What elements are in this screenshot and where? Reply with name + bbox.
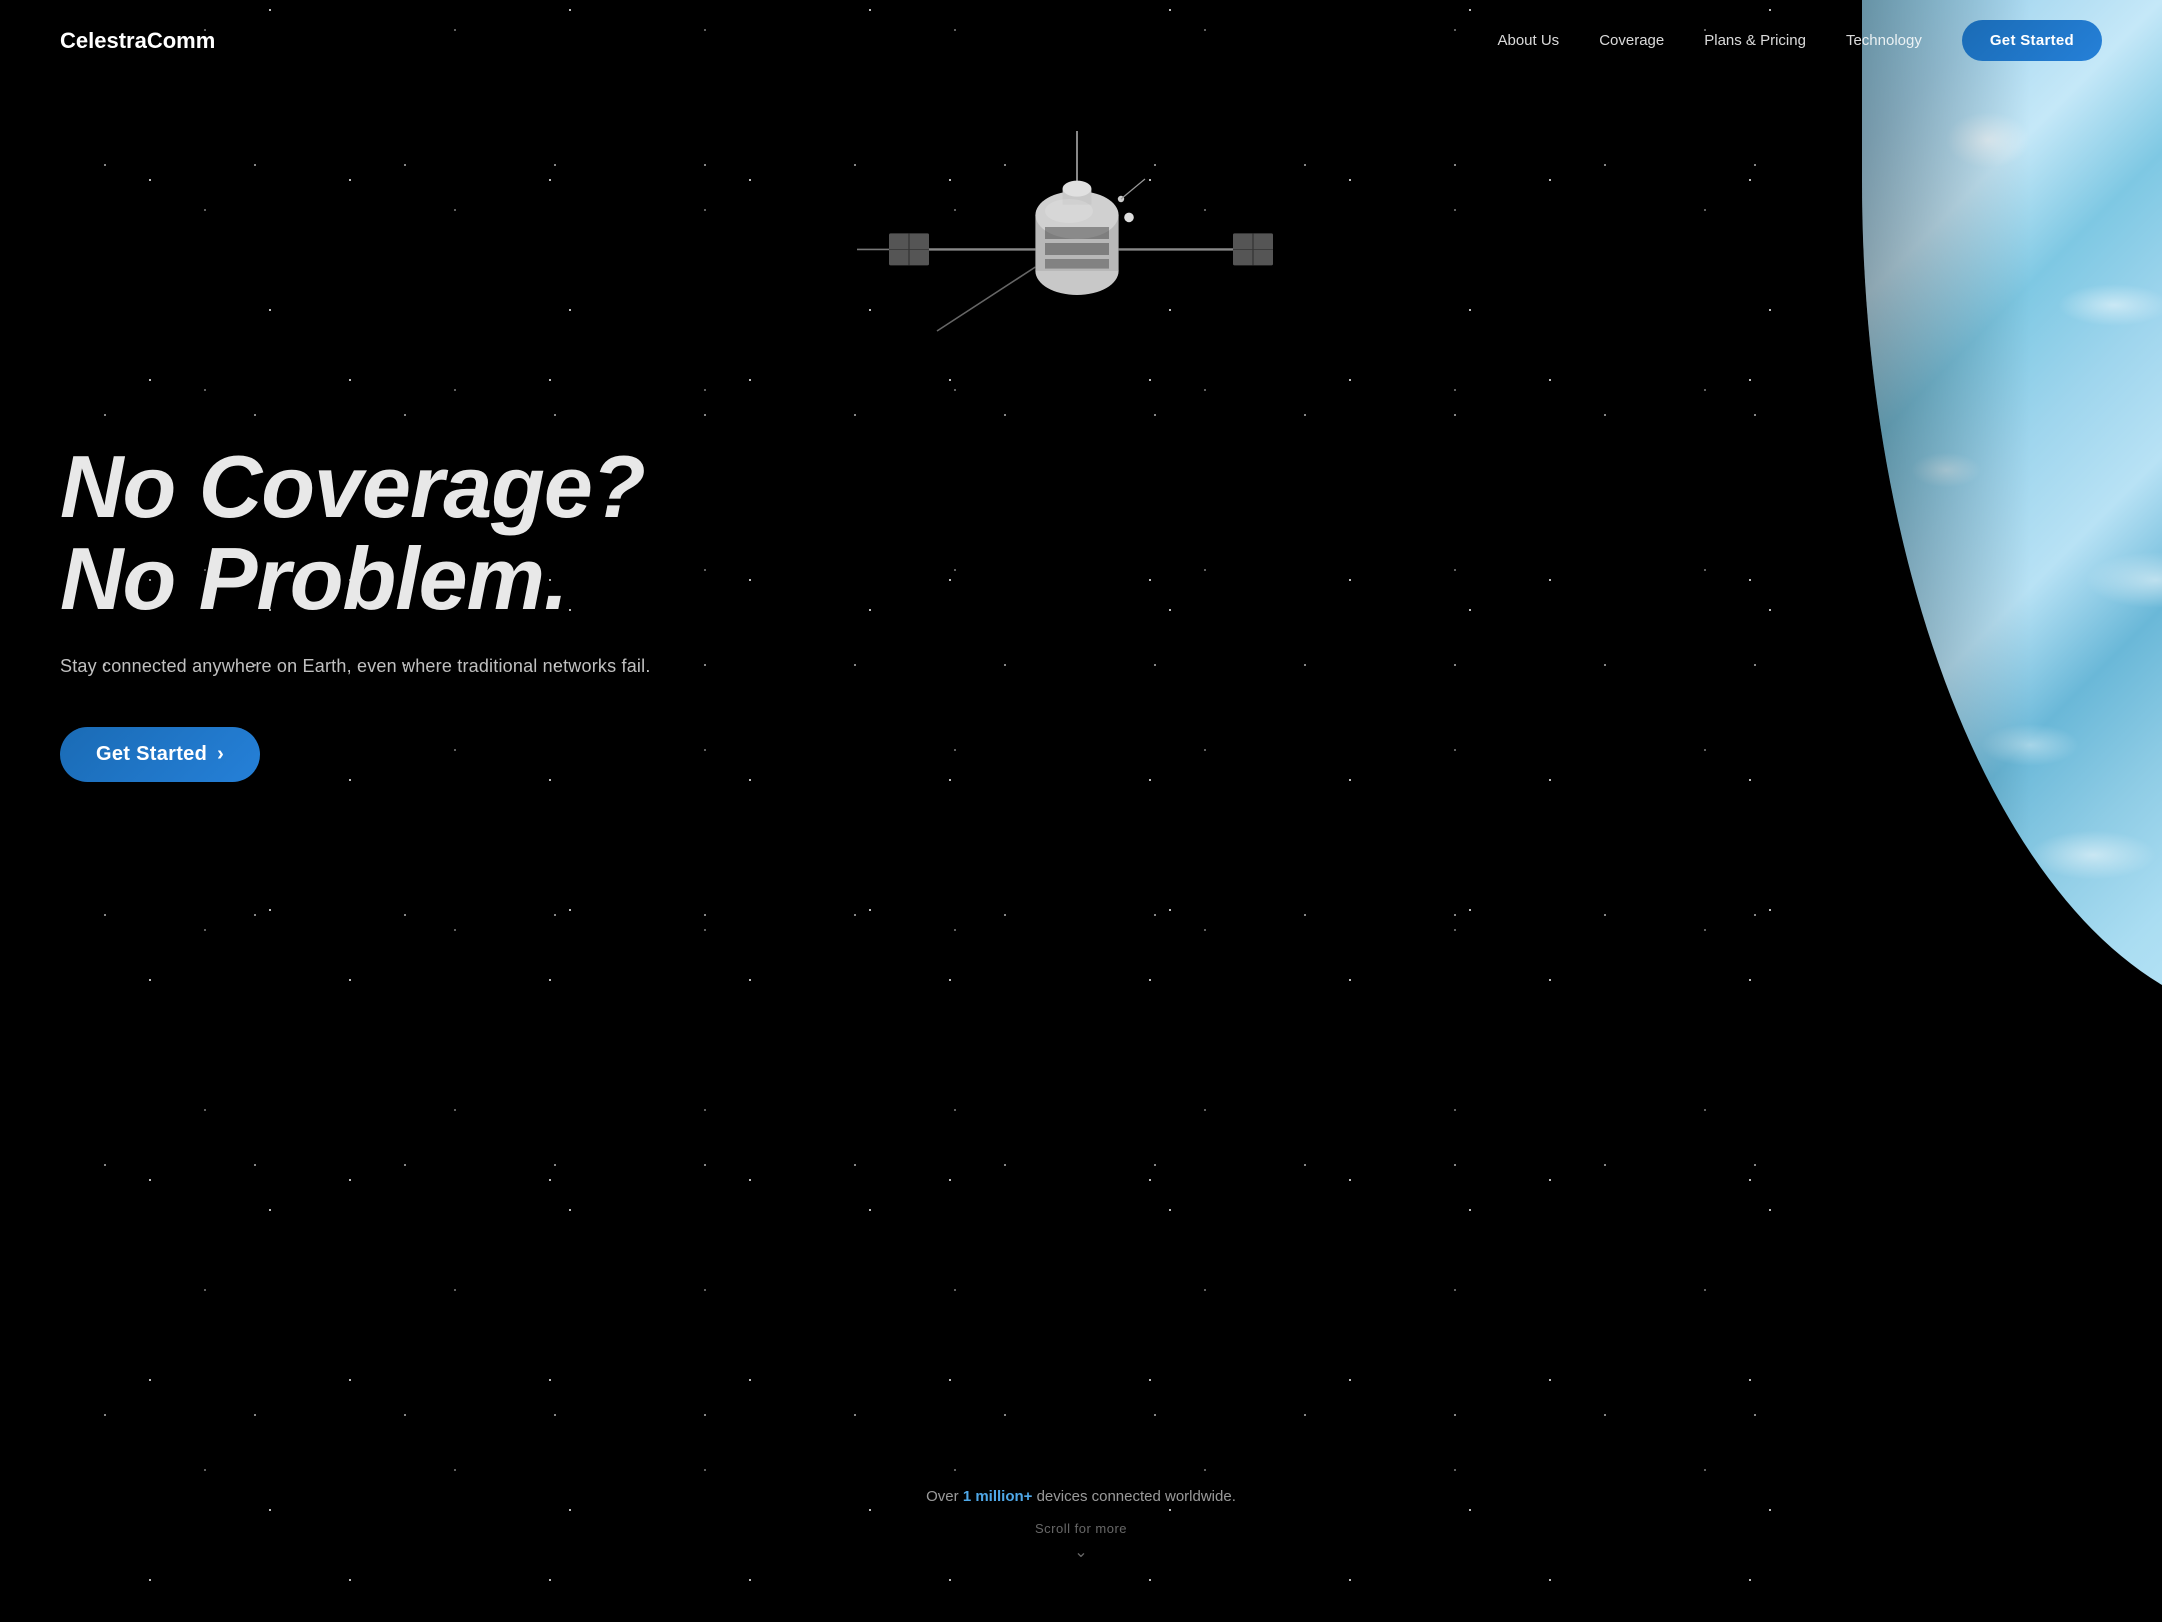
hero-headline: No Coverage? No Problem. — [60, 441, 740, 626]
satellite-illustration — [841, 111, 1321, 391]
nav-plans[interactable]: Plans & Pricing — [1704, 32, 1806, 49]
hero-subtext: Stay connected anywhere on Earth, even w… — [60, 656, 740, 677]
scroll-label: Scroll for more — [926, 1521, 1236, 1536]
stat-suffix: devices connected worldwide. — [1032, 1488, 1235, 1505]
hero-headline-line2: No Problem. — [60, 529, 567, 628]
stat-text: Over 1 million+ devices connected worldw… — [926, 1488, 1236, 1505]
stat-prefix: Over — [926, 1488, 963, 1505]
main-nav: CelestraComm About Us Coverage Plans & P… — [0, 0, 2162, 81]
hero-content: No Coverage? No Problem. Stay connected … — [0, 401, 800, 842]
nav-coverage[interactable]: Coverage — [1599, 32, 1664, 49]
nav-links: About Us Coverage Plans & Pricing Techno… — [1497, 20, 2102, 61]
hero-cta-arrow: › — [217, 743, 224, 766]
site-logo: CelestraComm — [60, 28, 215, 54]
nav-about[interactable]: About Us — [1497, 32, 1559, 49]
hero-cta-label: Get Started — [96, 743, 207, 766]
hero-headline-line1: No Coverage? — [60, 437, 645, 536]
stat-highlight: 1 million+ — [963, 1488, 1033, 1505]
nav-technology[interactable]: Technology — [1846, 32, 1922, 49]
hero-get-started-button[interactable]: Get Started › — [60, 727, 260, 782]
nav-get-started-button[interactable]: Get Started — [1962, 20, 2102, 61]
satellite-area — [0, 81, 2162, 401]
scroll-chevron-icon: ⌄ — [926, 1542, 1236, 1562]
bottom-info: Over 1 million+ devices connected worldw… — [926, 1488, 1236, 1562]
